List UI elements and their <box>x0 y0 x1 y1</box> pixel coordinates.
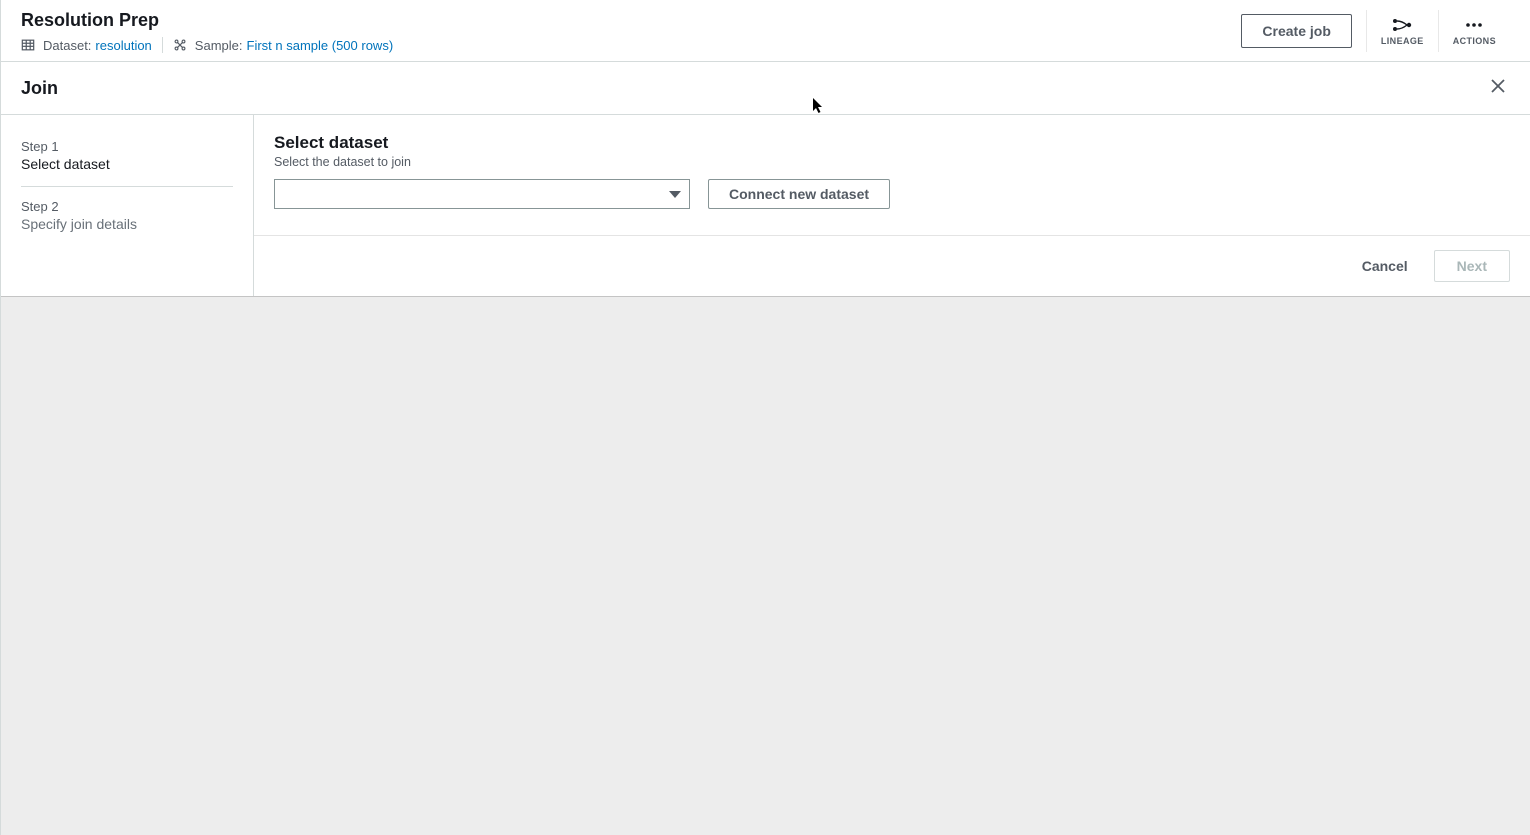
meta-separator <box>162 37 163 53</box>
form-desc: Select the dataset to join <box>274 155 1510 169</box>
actions-button[interactable]: ACTIONS <box>1438 10 1510 52</box>
panel-title: Join <box>21 78 58 99</box>
panel-body: Step 1 Select dataset Step 2 Specify joi… <box>1 115 1530 297</box>
actions-label: ACTIONS <box>1453 36 1496 46</box>
more-icon <box>1465 16 1483 34</box>
sample-icon <box>173 38 187 52</box>
sample-label: Sample: <box>195 38 243 53</box>
steps-sidebar: Step 1 Select dataset Step 2 Specify joi… <box>1 115 254 296</box>
close-icon <box>1490 78 1506 99</box>
lineage-icon <box>1392 16 1412 34</box>
lineage-button[interactable]: LINEAGE <box>1366 10 1438 52</box>
step-2-label: Step 2 <box>21 199 233 214</box>
cancel-button[interactable]: Cancel <box>1352 252 1418 280</box>
sample-link[interactable]: First n sample (500 rows) <box>247 38 394 53</box>
lineage-label: LINEAGE <box>1381 36 1424 46</box>
connect-new-dataset-button[interactable]: Connect new dataset <box>708 179 890 209</box>
next-button: Next <box>1434 250 1510 282</box>
panel-head: Join <box>1 62 1530 115</box>
step-1-label: Step 1 <box>21 139 233 154</box>
content-area: Select dataset Select the dataset to joi… <box>254 115 1530 296</box>
meta-row: Dataset: resolution Sample: First n <box>21 37 393 53</box>
step-1-title: Select dataset <box>21 156 233 172</box>
chevron-down-icon <box>669 186 681 202</box>
dataset-link[interactable]: resolution <box>95 38 151 53</box>
dataset-select[interactable] <box>274 179 690 209</box>
dataset-icon <box>21 38 35 52</box>
step-2: Step 2 Specify join details <box>21 187 233 246</box>
step-1[interactable]: Step 1 Select dataset <box>21 133 233 187</box>
close-button[interactable] <box>1486 76 1510 100</box>
page-title: Resolution Prep <box>21 10 393 31</box>
step-2-title: Specify join details <box>21 216 233 232</box>
topbar: Resolution Prep Dataset: resolution <box>1 0 1530 62</box>
dataset-label: Dataset: <box>43 38 91 53</box>
create-job-button[interactable]: Create job <box>1241 14 1351 48</box>
footer-bar: Cancel Next <box>254 235 1530 296</box>
form-title: Select dataset <box>274 133 1510 153</box>
